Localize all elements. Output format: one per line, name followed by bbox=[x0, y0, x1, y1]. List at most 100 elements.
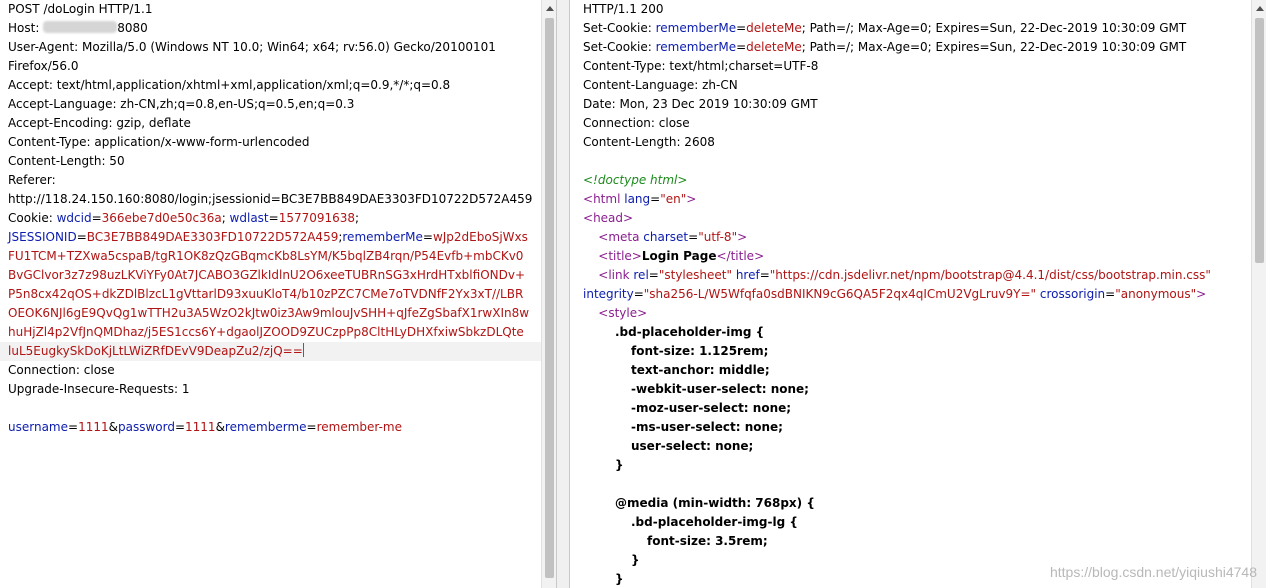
cookie-line: JSESSIONID=BC3E7BB849DAE3303FD10722D572A… bbox=[8, 230, 528, 244]
css-selector: .bd-placeholder-img-lg { bbox=[631, 515, 798, 529]
cookie-value: wJp2dEboSjWxs bbox=[432, 230, 528, 244]
cookie-value-line: huHjZl4p2VfJnQMDhaz/j5ES1ccs6Y+dgaolJZOO… bbox=[8, 325, 524, 339]
tag-name: link bbox=[608, 268, 630, 282]
attr-name: href bbox=[735, 268, 760, 282]
cookie-key: rememberMe bbox=[655, 21, 737, 35]
attr-value: "https://cdn.jsdelivr.net/npm/bootstrap@… bbox=[769, 268, 1211, 282]
connection-header: Connection: close bbox=[583, 116, 690, 130]
request-scrollbar[interactable] bbox=[541, 0, 556, 588]
css-media-query: @media (min-width: 768px) { bbox=[615, 496, 815, 510]
text-caret bbox=[302, 343, 304, 357]
accept-encoding-header: Accept-Encoding: gzip, deflate bbox=[8, 116, 191, 130]
attr-name: lang bbox=[624, 192, 651, 206]
scrollbar-thumb[interactable] bbox=[1255, 18, 1264, 263]
css-declaration: user-select: none; bbox=[631, 439, 754, 453]
content-type-header: Content-Type: application/x-www-form-url… bbox=[8, 135, 310, 149]
cookie-value-line: P5n8cx42qOS+dkZDlBlzcL1gVttarlD93xuuKloT… bbox=[8, 287, 524, 301]
head-open-tag: <head> bbox=[583, 211, 634, 225]
set-cookie-header: Set-Cookie: rememberMe=deleteMe; Path=/;… bbox=[583, 21, 1187, 35]
doctype-line: <!doctype html> bbox=[583, 173, 688, 187]
tag-name: meta bbox=[608, 230, 640, 244]
param-value: 1111 bbox=[185, 420, 216, 434]
attr-name: charset bbox=[643, 230, 689, 244]
tag-name: title bbox=[730, 249, 755, 263]
user-agent-header: User-Agent: Mozilla/5.0 (Windows NT 10.0… bbox=[8, 40, 496, 54]
tag-name: head bbox=[593, 211, 624, 225]
watermark: https://blog.csdn.net/yiqiushi4748 bbox=[1049, 564, 1257, 580]
request-pane[interactable]: POST /doLogin HTTP/1.1 Host: 8080 User-A… bbox=[0, 0, 557, 588]
css-declaration: text-anchor: middle; bbox=[631, 363, 770, 377]
accept-language-header: Accept-Language: zh-CN,zh;q=0.8,en-US;q=… bbox=[8, 97, 355, 111]
cookie-value: BC3E7BB849DAE3303FD10722D572A459 bbox=[86, 230, 339, 244]
date-header: Date: Mon, 23 Dec 2019 10:30:09 GMT bbox=[583, 97, 818, 111]
tag-name: title bbox=[608, 249, 632, 263]
tag-name: html bbox=[593, 192, 621, 206]
cookie-value-line: OEOK6NJl6gE9QvQg1wTTH2u3A5WzO2kJtw0iz3Aw… bbox=[8, 306, 530, 320]
header-label: Set-Cookie: bbox=[583, 21, 656, 35]
title-text: Login Page bbox=[641, 249, 717, 263]
host-port: 8080 bbox=[117, 21, 148, 35]
cookie-value-line: BvGClvor3z7z98uzLKViYFy0At7JCABO3GZlkIdl… bbox=[8, 268, 526, 282]
attr-name: integrity bbox=[583, 287, 634, 301]
request-line: POST /doLogin HTTP/1.1 bbox=[8, 2, 153, 16]
param-value: 1111 bbox=[78, 420, 109, 434]
scrollbar-thumb[interactable] bbox=[545, 18, 554, 578]
scroll-up-arrow-icon[interactable] bbox=[1252, 1, 1267, 16]
user-agent-header-cont: Firefox/56.0 bbox=[8, 59, 79, 73]
header-label: Cookie: bbox=[8, 211, 57, 225]
content-length-header: Content-Length: 50 bbox=[8, 154, 125, 168]
request-body: username=1111&password=1111&rememberme=r… bbox=[8, 420, 402, 434]
response-pane[interactable]: HTTP/1.1 200 Set-Cookie: rememberMe=dele… bbox=[569, 0, 1267, 588]
css-selector: .bd-placeholder-img { bbox=[615, 325, 765, 339]
content-language-header: Content-Language: zh-CN bbox=[583, 78, 738, 92]
css-declaration: -webkit-user-select: none; bbox=[631, 382, 809, 396]
current-line[interactable]: luL5EugkySkDoKjLtLWiZRfDEvV9DeapZu2/zjQ=… bbox=[0, 342, 541, 361]
response-scrollbar[interactable] bbox=[1251, 0, 1266, 588]
scroll-up-arrow-icon[interactable] bbox=[542, 1, 556, 16]
host-header: Host: 8080 bbox=[8, 19, 541, 38]
cookie-value: deleteMe bbox=[746, 40, 802, 54]
attr-value: "utf-8" bbox=[698, 230, 738, 244]
response-editor[interactable]: HTTP/1.1 200 Set-Cookie: rememberMe=dele… bbox=[583, 0, 1249, 588]
header-label: Set-Cookie: bbox=[583, 40, 656, 54]
css-close-brace: } bbox=[615, 458, 624, 472]
css-declaration: -moz-user-select: none; bbox=[631, 401, 792, 415]
attr-value: "anonymous" bbox=[1115, 287, 1197, 301]
attr-value: "sha256-L/W5Wfqfa0sdBNIKN9cG6QA5F2qx4qIC… bbox=[643, 287, 1037, 301]
cookie-value: luL5EugkySkDoKjLtLWiZRfDEvV9DeapZu2/zjQ=… bbox=[8, 344, 303, 358]
pane-divider[interactable] bbox=[557, 0, 569, 588]
referer-header: Referer: bbox=[8, 173, 56, 187]
param-key: password bbox=[117, 420, 175, 434]
request-editor[interactable]: POST /doLogin HTTP/1.1 Host: 8080 User-A… bbox=[0, 0, 541, 437]
attr-name: rel bbox=[633, 268, 649, 282]
set-cookie-header: Set-Cookie: rememberMe=deleteMe; Path=/;… bbox=[583, 40, 1187, 54]
cookie-key: JSESSIONID bbox=[8, 230, 77, 244]
cookie-value: 1577091638 bbox=[278, 211, 356, 225]
cookie-header: Cookie: wdcid=366ebe7d0e50c36a; wdlast=1… bbox=[8, 211, 360, 225]
cookie-value: 366ebe7d0e50c36a bbox=[101, 211, 222, 225]
cookie-key: wdlast bbox=[229, 211, 269, 225]
attr-value: "stylesheet" bbox=[658, 268, 732, 282]
accept-header: Accept: text/html,application/xhtml+xml,… bbox=[8, 78, 451, 92]
style-open-tag: <style> bbox=[598, 306, 648, 320]
meta-tag: <meta charset="utf-8"> bbox=[598, 230, 748, 244]
status-line: HTTP/1.1 200 bbox=[583, 2, 664, 16]
title-tag: <title>Login Page</title> bbox=[598, 249, 765, 263]
param-key: rememberme bbox=[224, 420, 307, 434]
tag-name: style bbox=[608, 306, 638, 320]
content-length-header: Content-Length: 2608 bbox=[583, 135, 715, 149]
link-tag: <link rel="stylesheet" href="https://cdn… bbox=[598, 268, 1211, 282]
cookie-value-line: FU1TCM+TZXwa5cspaB/tgR1OK8zQzGBqmcKb8LsY… bbox=[8, 249, 524, 263]
html-open-tag: <html lang="en"> bbox=[583, 192, 697, 206]
attr-value: "en" bbox=[660, 192, 687, 206]
redacted-host bbox=[43, 21, 118, 33]
cookie-attributes: ; Path=/; Max-Age=0; Expires=Sun, 22-Dec… bbox=[801, 21, 1187, 35]
cookie-value: deleteMe bbox=[746, 21, 802, 35]
referer-url: http://118.24.150.160:8080/login;jsessio… bbox=[8, 192, 533, 206]
cookie-key: rememberMe bbox=[655, 40, 737, 54]
connection-header: Connection: close bbox=[8, 363, 115, 377]
css-declaration: font-size: 3.5rem; bbox=[647, 534, 768, 548]
cookie-key: rememberMe bbox=[342, 230, 423, 244]
